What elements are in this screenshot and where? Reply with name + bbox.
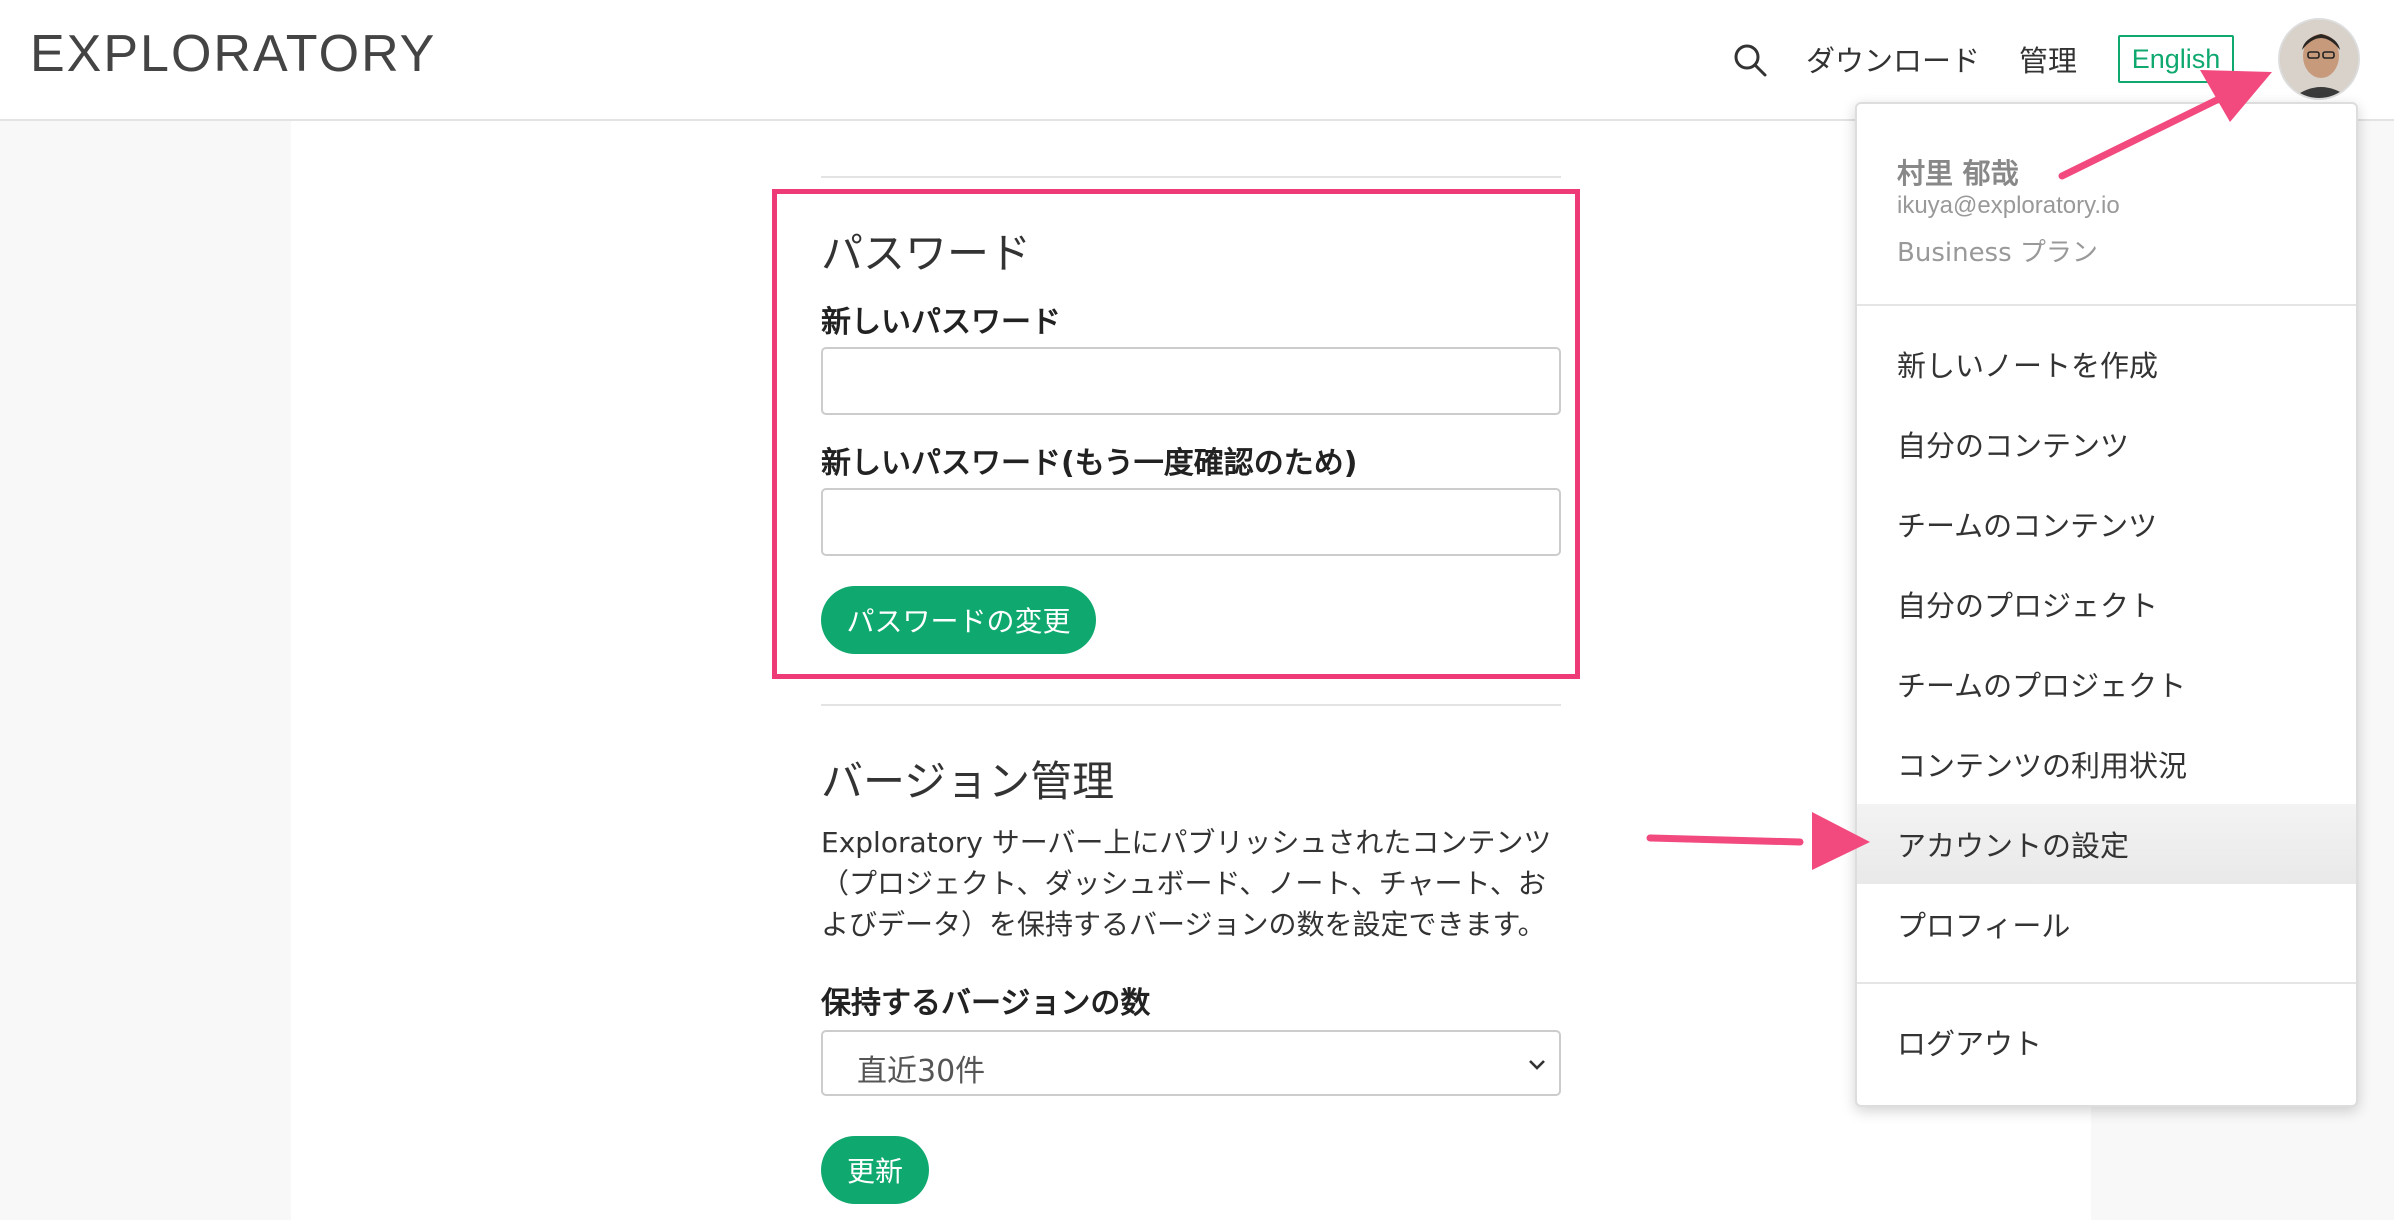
menu-item-team-projects[interactable]: チームのプロジェクト (1857, 644, 2356, 724)
user-dropdown-menu: 村里 郁哉 ikuya@exploratory.io Business プラン … (1855, 102, 2358, 1107)
version-section-title: バージョン管理 (821, 757, 1115, 806)
keep-versions-label: 保持するバージョンの数 (821, 986, 1151, 1021)
keep-versions-select[interactable]: 直近30件 (821, 1030, 1561, 1096)
confirm-password-input[interactable] (821, 488, 1561, 556)
user-email: ikuya@exploratory.io (1897, 192, 2120, 219)
menu-divider (1857, 304, 2356, 306)
confirm-password-label: 新しいパスワード(もう一度確認のため) (821, 446, 1358, 481)
section-divider (821, 704, 1561, 706)
version-description: Exploratory サーバー上にパブリッシュされたコンテンツ（プロジェクト、… (821, 826, 1552, 941)
keep-versions-value: 直近30件 (857, 1054, 986, 1089)
menu-item-content-usage[interactable]: コンテンツの利用状況 (1857, 724, 2356, 804)
update-button[interactable]: 更新 (821, 1136, 929, 1204)
menu-divider (1857, 982, 2356, 984)
search-icon[interactable] (1730, 40, 1770, 80)
user-plan: Business プラン (1897, 238, 2098, 268)
chevron-down-icon (1525, 1052, 1549, 1076)
menu-item-logout[interactable]: ログアウト (1857, 1002, 2356, 1082)
menu-item-new-note[interactable]: 新しいノートを作成 (1857, 324, 2356, 404)
new-password-input[interactable] (821, 347, 1561, 415)
menu-item-account-settings[interactable]: アカウントの設定 (1857, 804, 2356, 884)
password-section-title: パスワード (821, 229, 1032, 278)
app-logo[interactable]: EXPLORATORY (30, 24, 436, 84)
language-button[interactable]: English (2118, 35, 2234, 83)
nav-admin-link[interactable]: 管理 (2019, 38, 2077, 80)
nav-download-link[interactable]: ダウンロード (1806, 38, 1980, 80)
new-password-label: 新しいパスワード (821, 305, 1061, 340)
menu-item-my-projects[interactable]: 自分のプロジェクト (1857, 564, 2356, 644)
change-password-button[interactable]: パスワードの変更 (821, 586, 1096, 654)
menu-item-my-content[interactable]: 自分のコンテンツ (1857, 404, 2356, 484)
user-name: 村里 郁哉 (1897, 157, 2019, 190)
user-avatar[interactable] (2278, 18, 2360, 100)
section-divider (821, 176, 1561, 178)
menu-item-team-content[interactable]: チームのコンテンツ (1857, 484, 2356, 564)
menu-item-profile[interactable]: プロフィール (1857, 884, 2356, 964)
